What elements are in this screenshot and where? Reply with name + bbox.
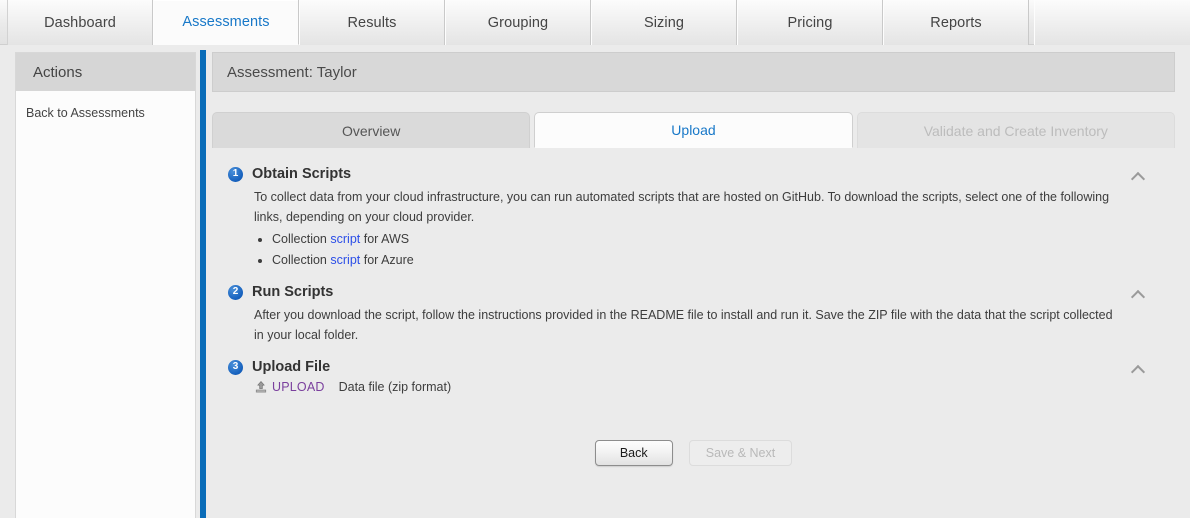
accent-divider	[200, 50, 206, 518]
step-header: 1 Obtain Scripts	[228, 166, 1145, 182]
chevron-up-icon[interactable]	[1131, 362, 1147, 376]
list-item: Collection script for Azure	[272, 250, 1114, 270]
chevron-up-icon[interactable]	[1131, 287, 1147, 301]
step-run-scripts: 2 Run Scripts After you download the scr…	[212, 284, 1175, 345]
nav-tab-pricing[interactable]: Pricing	[737, 0, 883, 45]
step-number-badge: 2	[228, 284, 243, 300]
nav-tab-label: Results	[347, 14, 397, 31]
nav-tab-label: Assessments	[182, 14, 270, 30]
script-link-list: Collection script for AWS Collection scr…	[254, 229, 1114, 270]
actions-sidebar: Actions Back to Assessments	[15, 52, 196, 518]
bullet-text-post: for AWS	[360, 232, 410, 246]
nav-tab-grouping[interactable]: Grouping	[445, 0, 591, 45]
nav-tab-dashboard[interactable]: Dashboard	[7, 0, 153, 45]
upload-hint-text: Data file (zip format)	[338, 380, 452, 394]
application-body: Actions Back to Assessments Assessment: …	[0, 45, 1190, 518]
tab-label: Overview	[341, 122, 401, 139]
step-content: To collect data from your cloud infrastr…	[228, 187, 1114, 270]
step-upload-file: 3 Upload File UPLOAD Data file (zip form…	[212, 359, 1175, 394]
step-header: 2 Run Scripts	[228, 284, 1145, 300]
nav-tab-label: Grouping	[487, 14, 549, 31]
list-item: Collection script for AWS	[272, 229, 1114, 249]
upload-control-row: UPLOAD Data file (zip format)	[228, 380, 1145, 394]
wizard-button-row: Back Save & Next	[212, 440, 1175, 466]
step-title: Upload File	[252, 359, 331, 375]
tab-overview[interactable]: Overview	[212, 112, 531, 148]
primary-tab-strip: Dashboard Assessments Results Grouping S…	[7, 0, 1029, 45]
bullet-text-pre: Collection	[272, 232, 331, 246]
tab-upload[interactable]: Upload	[534, 112, 853, 148]
step-header: 3 Upload File	[228, 359, 1145, 375]
nav-tab-label: Reports	[930, 14, 982, 31]
nav-tab-label: Dashboard	[44, 14, 116, 31]
actions-sidebar-header: Actions	[16, 53, 195, 91]
page-title: Assessment: Taylor	[212, 52, 1175, 92]
sidebar-item-back-to-assessments[interactable]: Back to Assessments	[16, 91, 195, 120]
step-obtain-scripts: 1 Obtain Scripts To collect data from yo…	[212, 166, 1175, 270]
step-title: Obtain Scripts	[252, 166, 352, 182]
nav-tab-sizing[interactable]: Sizing	[591, 0, 737, 45]
main-content: Assessment: Taylor Overview Upload Valid…	[212, 52, 1175, 518]
upload-icon	[254, 380, 268, 394]
step-paragraph: After you download the script, follow th…	[254, 308, 1113, 342]
aws-script-link[interactable]: script	[330, 232, 360, 246]
nav-tab-results[interactable]: Results	[299, 0, 445, 45]
upload-step-panel: 1 Obtain Scripts To collect data from yo…	[212, 148, 1175, 498]
save-next-button: Save & Next	[688, 440, 793, 466]
step-content: After you download the script, follow th…	[228, 305, 1114, 345]
step-number-badge: 1	[228, 166, 243, 182]
nav-tab-assessments[interactable]: Assessments	[153, 0, 299, 45]
tab-label: Upload	[671, 122, 716, 138]
nav-tab-reports[interactable]: Reports	[883, 0, 1029, 45]
step-title: Run Scripts	[252, 284, 334, 300]
upload-button[interactable]: UPLOAD	[272, 380, 325, 394]
chevron-up-icon[interactable]	[1131, 169, 1147, 183]
back-button[interactable]: Back	[594, 440, 673, 466]
step-number-badge: 3	[228, 359, 243, 375]
nav-tab-label: Pricing	[787, 14, 833, 31]
bullet-text-post: for Azure	[360, 253, 414, 267]
tab-validate-and-create-inventory: Validate and Create Inventory	[856, 112, 1175, 148]
bullet-text-pre: Collection	[272, 253, 331, 267]
primary-navigation-bar: Dashboard Assessments Results Grouping S…	[0, 0, 1190, 45]
step-paragraph: To collect data from your cloud infrastr…	[254, 190, 1110, 224]
nav-tab-label: Sizing	[643, 14, 685, 31]
wizard-tab-strip: Overview Upload Validate and Create Inve…	[212, 112, 1175, 148]
azure-script-link[interactable]: script	[330, 253, 360, 267]
tab-label: Validate and Create Inventory	[923, 122, 1108, 139]
primary-tab-strip-filler	[1034, 0, 1190, 45]
